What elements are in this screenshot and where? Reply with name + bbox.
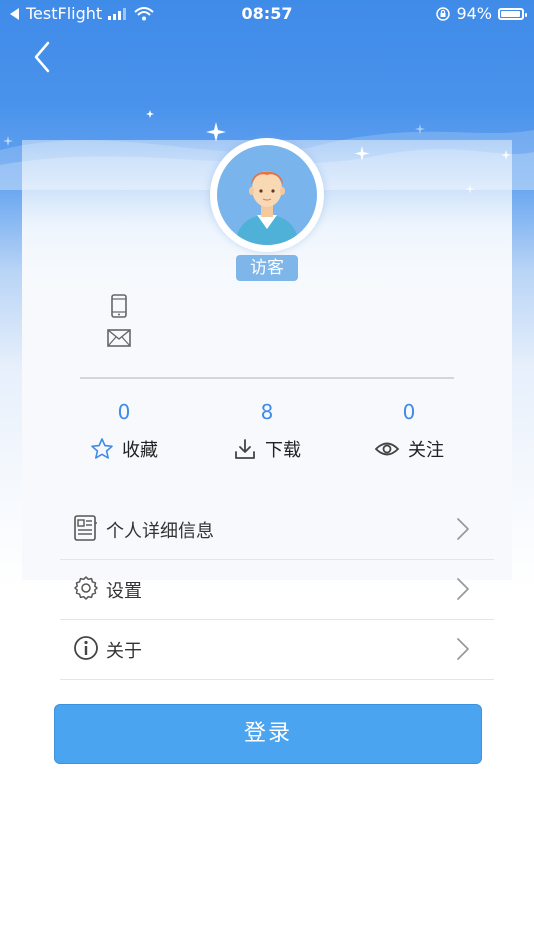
info-icon	[74, 636, 98, 660]
user-name-badge: 访客	[236, 255, 298, 281]
back-button[interactable]	[28, 40, 58, 74]
chevron-right-icon	[457, 638, 469, 660]
stat-count: 8	[260, 400, 274, 424]
gear-icon	[74, 576, 98, 600]
menu-item-label: 个人详细信息	[106, 521, 214, 542]
chevron-right-icon	[457, 578, 469, 600]
stat-count: 0	[117, 400, 131, 424]
mail-icon	[107, 329, 131, 347]
stat-favorites[interactable]: 0 收藏	[54, 400, 194, 462]
download-icon	[235, 439, 255, 459]
profile-divider	[80, 377, 454, 379]
battery-percent: 94%	[456, 4, 492, 23]
stat-following[interactable]: 0 关注	[339, 400, 479, 462]
stat-label: 关注	[408, 440, 444, 461]
menu-item-settings[interactable]: 设置	[60, 559, 494, 620]
stat-label: 下载	[265, 440, 301, 461]
menu-item-profile-details[interactable]: 个人详细信息	[60, 499, 494, 560]
menu-item-label: 设置	[106, 581, 142, 602]
document-icon	[74, 515, 97, 541]
stat-count: 0	[402, 400, 416, 424]
menu-item-label: 关于	[106, 641, 142, 662]
chevron-right-icon	[457, 518, 469, 540]
default-avatar-icon	[235, 171, 299, 245]
star-icon	[91, 438, 113, 459]
rotation-lock-icon	[436, 6, 451, 21]
stat-label: 收藏	[122, 440, 158, 461]
phone-icon	[111, 294, 127, 318]
avatar	[217, 145, 317, 245]
stat-downloads[interactable]: 8 下载	[197, 400, 337, 462]
avatar-ring[interactable]	[210, 138, 324, 252]
status-bar: TestFlight 08:57 94%	[0, 0, 534, 28]
eye-icon	[374, 442, 400, 456]
battery-icon	[498, 7, 527, 20]
login-button[interactable]: 登录	[54, 704, 482, 764]
menu-item-about[interactable]: 关于	[60, 619, 494, 680]
